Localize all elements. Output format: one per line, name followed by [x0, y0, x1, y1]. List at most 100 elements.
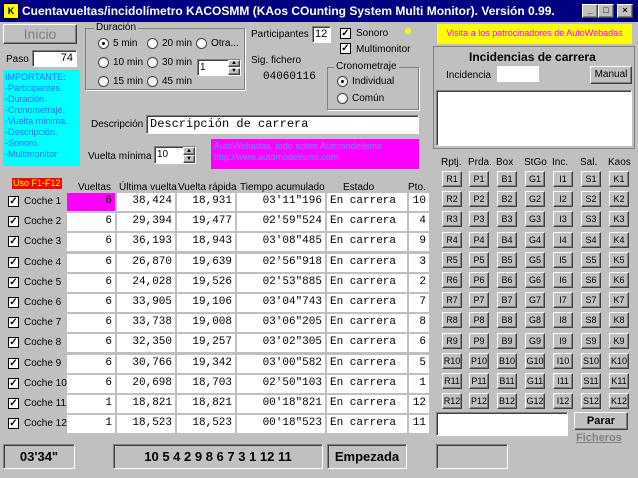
incident-button-b5[interactable]: B5 [497, 252, 517, 268]
incident-button-s4[interactable]: S4 [581, 232, 601, 248]
incident-button-r12[interactable]: R12 [442, 393, 462, 409]
incident-button-s6[interactable]: S6 [581, 272, 601, 288]
incident-button-r11[interactable]: R11 [442, 373, 462, 389]
incident-button-r8[interactable]: R8 [442, 312, 462, 328]
incident-button-g8[interactable]: G8 [525, 312, 545, 328]
incident-button-i8[interactable]: I8 [553, 312, 573, 328]
radio-individual[interactable] [337, 76, 348, 87]
parar-button[interactable]: Parar [574, 412, 628, 430]
participantes-field[interactable]: 12 [312, 26, 331, 43]
ad-banner[interactable]: AutoWebadas, todo sobre Automodelismo ht… [211, 139, 419, 169]
incident-button-b4[interactable]: B4 [497, 232, 517, 248]
incident-button-g1[interactable]: G1 [525, 171, 545, 187]
radio-15min[interactable] [98, 76, 109, 87]
incident-button-k12[interactable]: K12 [609, 393, 629, 409]
incident-button-s9[interactable]: S9 [581, 333, 601, 349]
incident-button-k8[interactable]: K8 [609, 312, 629, 328]
car-enable-checkbox[interactable]: ✓ [8, 297, 19, 308]
incident-button-p4[interactable]: P4 [469, 232, 489, 248]
incident-button-s3[interactable]: S3 [581, 211, 601, 227]
incident-button-p8[interactable]: P8 [469, 312, 489, 328]
incident-button-r6[interactable]: R6 [442, 272, 462, 288]
incident-button-i12[interactable]: I12 [553, 393, 573, 409]
incident-button-b10[interactable]: B10 [497, 353, 517, 369]
incident-button-i7[interactable]: I7 [553, 292, 573, 308]
minimize-button[interactable]: _ [582, 4, 598, 18]
incident-button-b1[interactable]: B1 [497, 171, 517, 187]
incident-button-r4[interactable]: R4 [442, 232, 462, 248]
incident-button-k5[interactable]: K5 [609, 252, 629, 268]
incident-button-g3[interactable]: G3 [525, 211, 545, 227]
paso-field[interactable]: 74 [32, 50, 77, 67]
incident-button-r2[interactable]: R2 [442, 191, 462, 207]
car-enable-checkbox[interactable]: ✓ [8, 358, 19, 369]
incident-button-k11[interactable]: K11 [609, 373, 629, 389]
incident-button-p3[interactable]: P3 [469, 211, 489, 227]
close-button[interactable]: × [617, 4, 633, 18]
incident-button-b11[interactable]: B11 [497, 373, 517, 389]
ficheros-button[interactable]: Ficheros [576, 432, 622, 444]
incident-button-s11[interactable]: S11 [581, 373, 601, 389]
car-enable-checkbox[interactable]: ✓ [8, 317, 19, 328]
multimonitor-checkbox[interactable]: ✓ [340, 43, 351, 54]
incident-button-s5[interactable]: S5 [581, 252, 601, 268]
incident-button-k7[interactable]: K7 [609, 292, 629, 308]
car-enable-checkbox[interactable]: ✓ [8, 378, 19, 389]
spinner-up-icon[interactable]: ▲ [228, 60, 240, 67]
maximize-button[interactable]: □ [598, 4, 614, 18]
incident-button-p2[interactable]: P2 [469, 191, 489, 207]
car-enable-checkbox[interactable]: ✓ [8, 277, 19, 288]
incident-button-g11[interactable]: G11 [525, 373, 545, 389]
incident-button-i9[interactable]: I9 [553, 333, 573, 349]
incident-button-s8[interactable]: S8 [581, 312, 601, 328]
incident-button-p5[interactable]: P5 [469, 252, 489, 268]
car-enable-checkbox[interactable]: ✓ [8, 337, 19, 348]
spinner-down-icon[interactable]: ▼ [228, 68, 240, 75]
incident-button-r5[interactable]: R5 [442, 252, 462, 268]
incident-button-s10[interactable]: S10 [581, 353, 601, 369]
incident-button-p6[interactable]: P6 [469, 272, 489, 288]
incident-button-r1[interactable]: R1 [442, 171, 462, 187]
incident-button-b7[interactable]: B7 [497, 292, 517, 308]
car-enable-checkbox[interactable]: ✓ [8, 216, 19, 227]
incident-button-i11[interactable]: I11 [553, 373, 573, 389]
incident-button-s2[interactable]: S2 [581, 191, 601, 207]
incident-button-i10[interactable]: I10 [553, 353, 573, 369]
incident-button-r9[interactable]: R9 [442, 333, 462, 349]
radio-10min[interactable] [98, 57, 109, 68]
incident-button-p10[interactable]: P10 [469, 353, 489, 369]
radio-20min[interactable] [147, 38, 158, 49]
inicio-button[interactable]: Inicio [3, 24, 77, 44]
manual-button[interactable]: Manual [590, 66, 632, 84]
incident-button-s1[interactable]: S1 [581, 171, 601, 187]
incident-button-p9[interactable]: P9 [469, 333, 489, 349]
incident-button-k1[interactable]: K1 [609, 171, 629, 187]
car-enable-checkbox[interactable]: ✓ [8, 418, 19, 429]
incidencia-field[interactable] [497, 66, 539, 82]
incident-button-k2[interactable]: K2 [609, 191, 629, 207]
incident-button-k10[interactable]: K10 [609, 353, 629, 369]
incident-button-r3[interactable]: R3 [442, 211, 462, 227]
incident-button-p12[interactable]: P12 [469, 393, 489, 409]
incident-button-p11[interactable]: P11 [469, 373, 489, 389]
car-enable-checkbox[interactable]: ✓ [8, 236, 19, 247]
incident-button-g2[interactable]: G2 [525, 191, 545, 207]
incident-button-i3[interactable]: I3 [553, 211, 573, 227]
incident-button-s12[interactable]: S12 [581, 393, 601, 409]
incident-button-k9[interactable]: K9 [609, 333, 629, 349]
incident-button-k6[interactable]: K6 [609, 272, 629, 288]
incident-button-r7[interactable]: R7 [442, 292, 462, 308]
incident-button-i4[interactable]: I4 [553, 232, 573, 248]
incidencias-log[interactable] [436, 90, 632, 146]
incident-button-b3[interactable]: B3 [497, 211, 517, 227]
sonoro-checkbox[interactable]: ✓ [340, 28, 351, 39]
incident-button-g9[interactable]: G9 [525, 333, 545, 349]
vuelta-down-icon[interactable]: ▼ [183, 155, 195, 163]
incident-button-g6[interactable]: G6 [525, 272, 545, 288]
incident-button-g10[interactable]: G10 [525, 353, 545, 369]
incident-button-b12[interactable]: B12 [497, 393, 517, 409]
incident-button-p1[interactable]: P1 [469, 171, 489, 187]
radio-comun[interactable] [337, 93, 348, 104]
incident-button-i2[interactable]: I2 [553, 191, 573, 207]
incident-button-b9[interactable]: B9 [497, 333, 517, 349]
